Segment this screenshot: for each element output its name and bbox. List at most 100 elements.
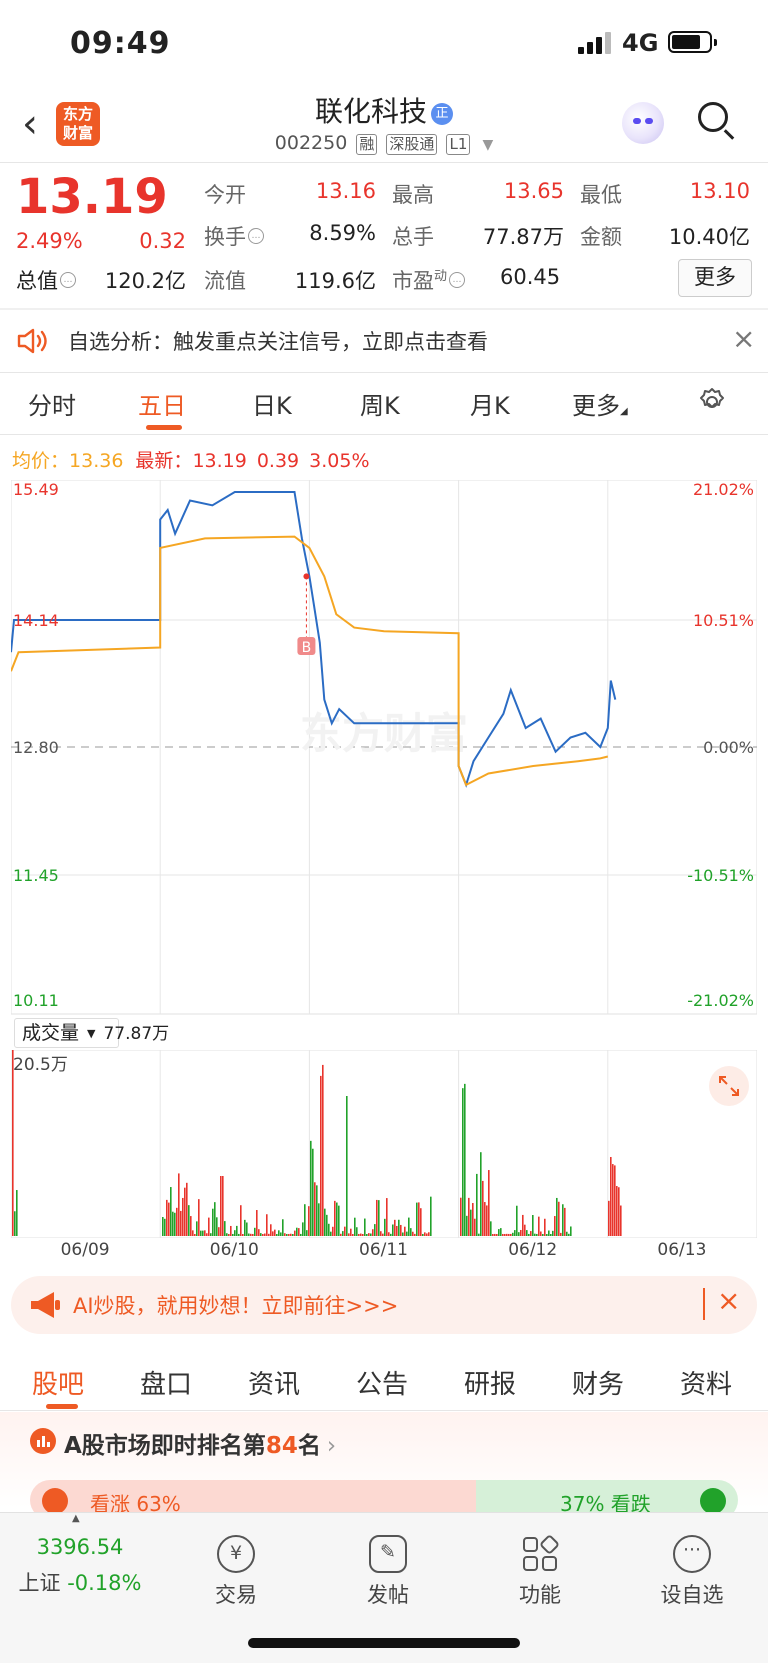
- tab-more[interactable]: 更多◢: [572, 386, 628, 421]
- rank-section[interactable]: A股市场即时排名第84名 › 看涨 63% 37% 看跌: [0, 1412, 768, 1520]
- volume-bar: [332, 1226, 334, 1236]
- volume-bar: [564, 1207, 566, 1236]
- up-icon[interactable]: [42, 1488, 68, 1514]
- volume-bar: [380, 1231, 382, 1236]
- change-value: 0.32: [139, 229, 186, 253]
- tab-five-day[interactable]: 五日: [138, 386, 186, 421]
- volume-bar: [298, 1228, 300, 1236]
- volume-bar: [354, 1217, 356, 1236]
- down-icon[interactable]: [700, 1488, 726, 1514]
- dropdown-triangle-icon: ◢: [620, 406, 628, 417]
- tab-announcements[interactable]: 公告: [356, 1364, 408, 1401]
- volume-bar: [200, 1230, 202, 1236]
- tab-intraday[interactable]: 分时: [28, 386, 76, 421]
- volume-bar: [178, 1173, 180, 1236]
- tab-research[interactable]: 研报: [464, 1364, 516, 1401]
- stock-name: 联化科技: [314, 95, 427, 128]
- volume-bar: [618, 1187, 620, 1236]
- volume-bar: [470, 1209, 472, 1236]
- volume-bar: [482, 1180, 484, 1236]
- index-line[interactable]: 上证 -0.18%: [0, 1567, 160, 1597]
- volume-bar: [520, 1229, 522, 1236]
- nav-post-label: 发帖: [367, 1583, 409, 1607]
- volume-bar: [266, 1214, 268, 1236]
- index-change: -0.18%: [67, 1571, 142, 1595]
- volume-bar: [376, 1199, 378, 1236]
- volume-bar: [224, 1221, 226, 1236]
- volume-bar: [362, 1233, 364, 1236]
- volume-bar: [272, 1231, 274, 1236]
- volume-bar: [402, 1232, 404, 1236]
- close-icon[interactable]: ×: [717, 1284, 740, 1317]
- expand-icon[interactable]: [709, 1066, 749, 1106]
- yen-icon: ¥: [217, 1535, 255, 1573]
- close-icon[interactable]: ×: [732, 322, 755, 355]
- last-change: 0.39: [256, 450, 300, 472]
- price-chart[interactable]: 东方财富 B 15.49 14.14 12.80 11.45 10.11 21.02% 10…: [11, 480, 757, 1016]
- zheng-badge: 正: [431, 103, 453, 125]
- volume-bar: [418, 1202, 420, 1236]
- volume-bar: [186, 1182, 188, 1236]
- tab-news[interactable]: 资讯: [248, 1364, 300, 1401]
- tab-profile[interactable]: 资料: [680, 1364, 732, 1401]
- volume-bar: [464, 1083, 466, 1236]
- tab-underline: [146, 425, 182, 430]
- analysis-notice[interactable]: 自选分析：触发重点关注信号，立即点击查看 ×: [0, 310, 768, 372]
- volume-bar: [286, 1233, 288, 1236]
- tab-pankou[interactable]: 盘口: [140, 1364, 192, 1401]
- search-icon[interactable]: [698, 102, 728, 132]
- info-icon[interactable]: …: [248, 228, 264, 244]
- nav-trade[interactable]: ¥ 交易: [186, 1535, 286, 1609]
- volume-bar: [240, 1205, 242, 1236]
- y-tick-left: 11.45: [13, 866, 59, 885]
- volume-bar: [544, 1218, 546, 1236]
- volume-bar: [360, 1233, 362, 1236]
- float-mv-value: 119.6亿: [294, 269, 376, 293]
- volume-bar: [14, 1211, 16, 1236]
- nav-add-watchlist[interactable]: ··· 设自选: [642, 1535, 742, 1609]
- more-button[interactable]: 更多: [678, 259, 752, 297]
- tab-daily-k[interactable]: 日K: [252, 386, 292, 421]
- volume-bar: [282, 1219, 284, 1236]
- volume-bar: [410, 1228, 412, 1236]
- low-label: 最低: [580, 183, 622, 207]
- volume-bar: [168, 1202, 170, 1236]
- status-bar: 09:49 4G: [0, 0, 768, 84]
- info-icon[interactable]: …: [449, 272, 466, 288]
- volume-bar: [478, 1233, 480, 1236]
- low-value: 13.10: [689, 179, 750, 203]
- tab-finance[interactable]: 财务: [572, 1364, 624, 1401]
- tab-weekly-k[interactable]: 周K: [360, 386, 400, 421]
- volume-bar: [550, 1233, 552, 1236]
- volume-bar: [208, 1217, 210, 1236]
- volume-bar: [500, 1228, 502, 1236]
- volume-bar: [304, 1204, 306, 1236]
- volume-bar: [214, 1202, 216, 1236]
- assistant-robot-icon[interactable]: [622, 102, 664, 144]
- y-tick-left: 15.49: [13, 480, 59, 499]
- x-tick-date: 06/09: [60, 1240, 110, 1260]
- volume-bar: [508, 1233, 510, 1236]
- volume-bar: [206, 1233, 208, 1236]
- volume-chart[interactable]: 20.5万: [11, 1050, 757, 1238]
- volume-bar: [416, 1202, 418, 1236]
- volume-indicator-value: 77.87万: [103, 1024, 170, 1044]
- volume-bar: [268, 1233, 270, 1236]
- volume-bar: [524, 1224, 526, 1236]
- notice-text: 自选分析：触发重点关注信号，立即点击查看: [68, 330, 488, 354]
- tab-monthly-k[interactable]: 月K: [470, 386, 510, 421]
- ai-banner[interactable]: AI炒股，就用妙想！立即前往>>> ×: [11, 1276, 757, 1334]
- index-value[interactable]: 3396.54: [0, 1535, 160, 1559]
- total-mv-value: 120.2亿: [104, 269, 186, 293]
- nav-functions-label: 功能: [519, 1583, 561, 1607]
- high-value: 13.65: [503, 179, 564, 203]
- settings-gear-icon[interactable]: [696, 386, 728, 418]
- volume-bar: [220, 1176, 222, 1236]
- tab-guba[interactable]: 股吧: [32, 1364, 84, 1401]
- volume-bar: [246, 1222, 248, 1236]
- nav-functions[interactable]: 功能: [490, 1535, 590, 1609]
- volume-bar: [490, 1221, 492, 1236]
- x-tick-date: 06/11: [359, 1240, 408, 1260]
- nav-post[interactable]: ✎ 发帖: [338, 1535, 438, 1609]
- volume-bar: [162, 1217, 164, 1236]
